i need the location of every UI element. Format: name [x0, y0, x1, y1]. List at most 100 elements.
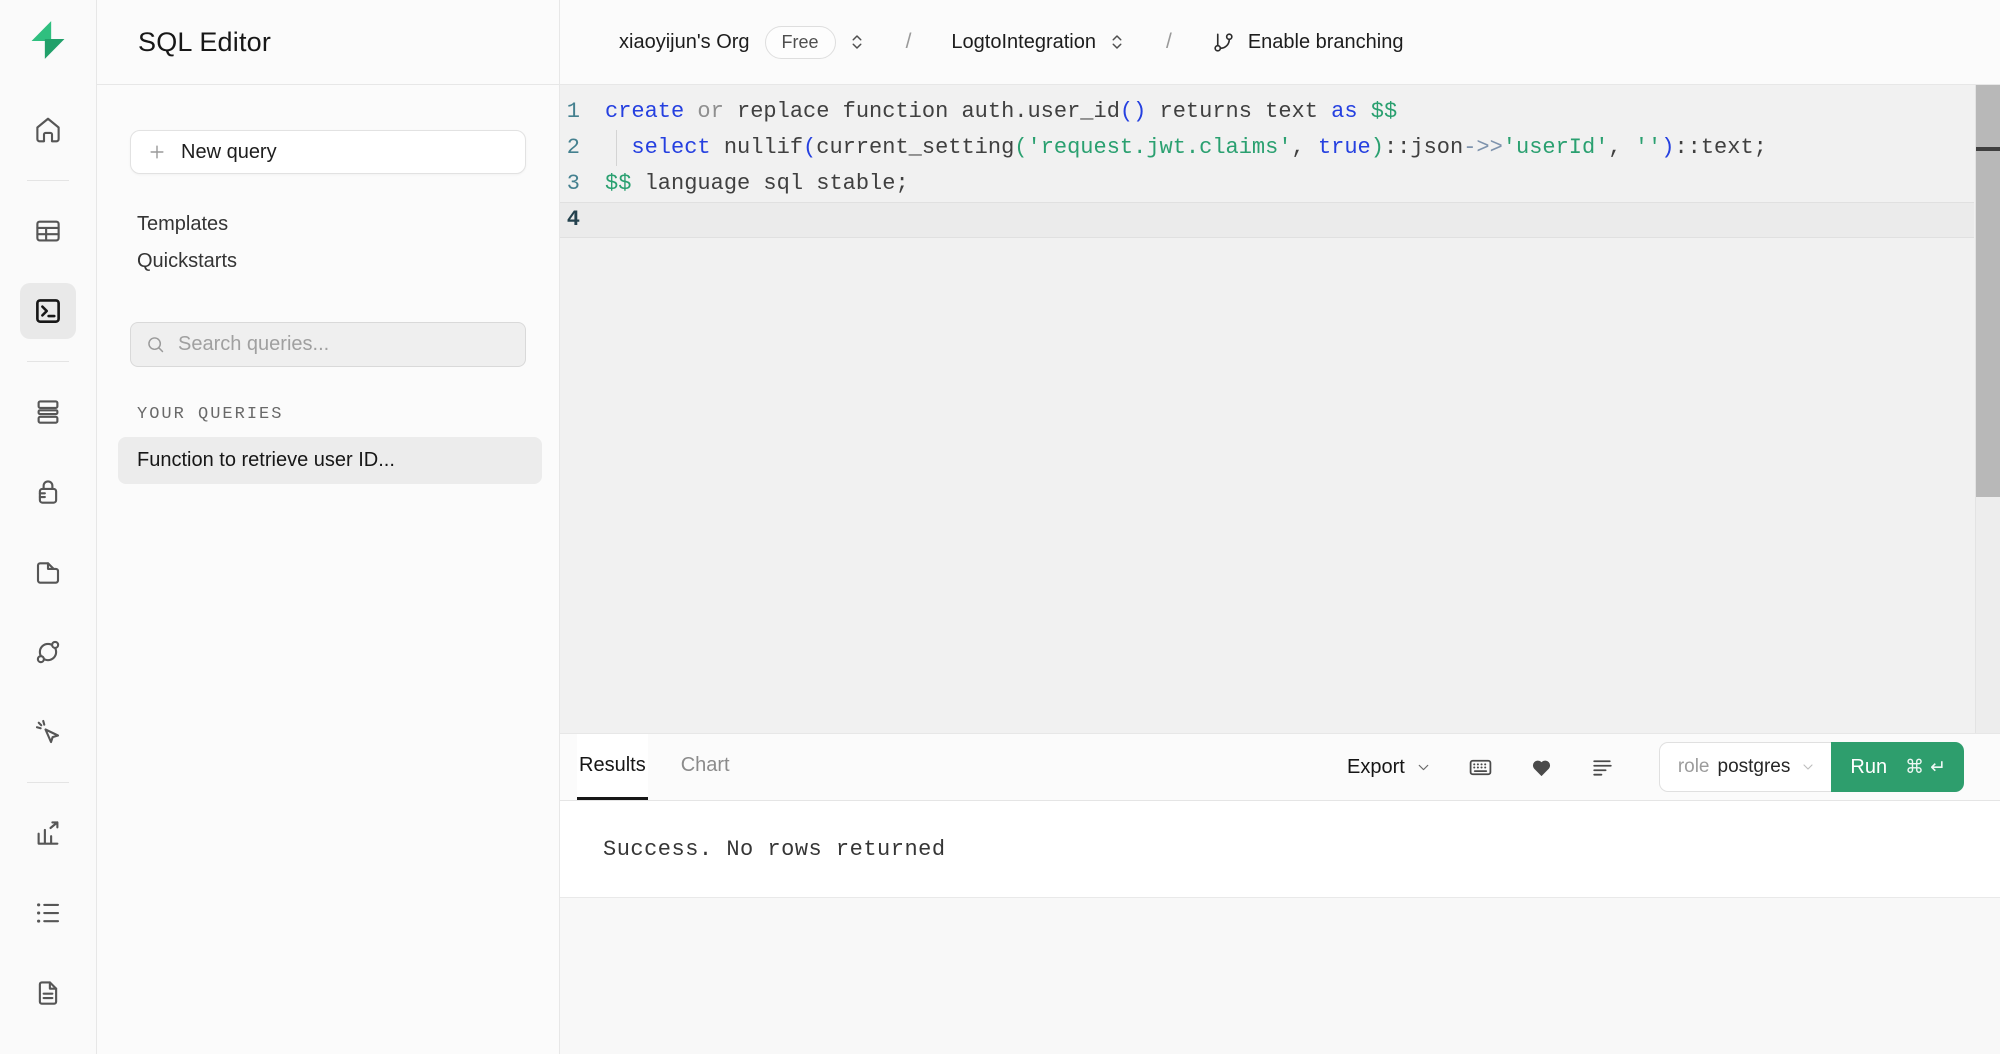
breadcrumb: xiaoyijun's Org Free / LogtoIntegration … [560, 0, 2000, 85]
code-line[interactable]: ​ [605, 202, 1767, 238]
query-list: Function to retrieve user ID... [118, 437, 542, 484]
heart-icon [1529, 755, 1554, 780]
line-number-gutter: 1234 [560, 85, 586, 733]
sidebar-item-quickstarts[interactable]: Quickstarts [130, 243, 244, 280]
rail-divider [27, 361, 69, 362]
code-line[interactable]: select nullif(current_setting('request.j… [605, 130, 1767, 166]
api-docs-file-icon [33, 978, 63, 1008]
favorite-button[interactable] [1529, 755, 1554, 780]
enable-branching-label: Enable branching [1248, 31, 1404, 54]
supabase-logo-icon [27, 19, 69, 61]
enable-branching-button[interactable]: Enable branching [1212, 31, 1404, 54]
keyboard-icon [1468, 755, 1493, 780]
run-button[interactable]: Run ⌘ ↵ [1831, 742, 1964, 792]
project-name: LogtoIntegration [951, 31, 1096, 54]
chevron-down-icon [1800, 759, 1816, 775]
query-list-item[interactable]: Function to retrieve user ID... [118, 437, 542, 484]
results-toolbar: Results Chart Export [560, 733, 2000, 801]
rail-divider [27, 782, 69, 783]
table-editor-icon [33, 216, 63, 246]
nav-advisors-button[interactable] [20, 704, 76, 760]
main-panel: xiaoyijun's Org Free / LogtoIntegration … [560, 0, 2000, 1054]
nav-home-button[interactable] [20, 102, 76, 158]
new-query-button[interactable]: New query [130, 130, 526, 174]
realtime-icon [33, 637, 63, 667]
auth-lock-icon [33, 477, 63, 507]
line-number: 1 [560, 94, 586, 130]
nav-api-docs-button[interactable] [20, 965, 76, 1021]
nav-logs-button[interactable] [20, 885, 76, 941]
success-message: Success. No rows returned [603, 837, 946, 862]
sidebar-item-templates[interactable]: Templates [130, 206, 235, 243]
nav-realtime-button[interactable] [20, 624, 76, 680]
code-line[interactable]: $$ language sql stable; [605, 166, 1767, 202]
new-query-label: New query [181, 141, 277, 164]
role-value: postgres [1718, 756, 1791, 778]
sidebar-header: SQL Editor [97, 0, 559, 85]
nav-authentication-button[interactable] [20, 464, 76, 520]
database-icon [33, 397, 63, 427]
your-queries-label: YOUR QUERIES [130, 405, 526, 424]
tab-results[interactable]: Results [577, 734, 648, 800]
line-number: 2 [560, 130, 586, 166]
sql-code-editor[interactable]: 1234 create or replace function auth.use… [560, 85, 2000, 733]
nav-sql-editor-button[interactable] [20, 283, 76, 339]
run-shortcut: ⌘ ↵ [1899, 756, 1946, 778]
cmd-key-icon: ⌘ [1905, 756, 1924, 778]
line-number: 3 [560, 166, 586, 202]
tab-chart[interactable]: Chart [679, 734, 732, 800]
page-title: SQL Editor [138, 27, 271, 58]
storage-folder-icon [33, 557, 63, 587]
search-icon [145, 334, 166, 355]
sidebar-nav: Templates Quickstarts [130, 206, 526, 280]
supabase-logo[interactable] [20, 12, 76, 68]
breadcrumb-separator: / [1166, 30, 1172, 54]
format-lines-button[interactable] [1590, 755, 1615, 780]
results-panel: Success. No rows returned [560, 801, 2000, 898]
search-queries-box [130, 322, 526, 367]
results-empty-area [560, 898, 2000, 1054]
plan-badge: Free [765, 26, 836, 59]
project-selector[interactable]: LogtoIntegration [951, 31, 1126, 54]
toolbar-actions: Export [1347, 734, 2000, 800]
sql-editor-terminal-icon [33, 296, 63, 326]
nav-storage-button[interactable] [20, 544, 76, 600]
code-line[interactable]: create or replace function auth.user_id(… [605, 94, 1767, 130]
breadcrumb-separator: / [906, 30, 912, 54]
line-number: 4 [560, 202, 586, 238]
role-selector[interactable]: role postgres [1659, 742, 1832, 792]
org-name: xiaoyijun's Org [619, 31, 750, 54]
nav-rail [0, 0, 97, 1054]
rail-divider [27, 180, 69, 181]
code-lines[interactable]: create or replace function auth.user_id(… [586, 85, 1767, 733]
plus-icon [147, 142, 167, 162]
role-label: role [1678, 756, 1710, 778]
reports-chart-icon [33, 818, 63, 848]
advisors-cursor-icon [33, 717, 63, 747]
chevron-down-icon [1415, 759, 1432, 776]
logs-list-icon [33, 898, 63, 928]
chevrons-up-down-icon[interactable] [848, 33, 866, 51]
scrollbar-cursor-marker [1976, 147, 2000, 151]
return-key-icon: ↵ [1930, 756, 1946, 778]
sidebar-body: New query Templates Quickstarts YOUR QUE… [97, 85, 559, 484]
role-run-control: role postgres Run ⌘ ↵ [1659, 742, 1964, 792]
nav-table-editor-button[interactable] [20, 203, 76, 259]
editor-scrollbar[interactable] [1975, 85, 2000, 733]
git-branch-icon [1212, 31, 1235, 54]
keyboard-shortcuts-button[interactable] [1468, 755, 1493, 780]
align-left-icon [1590, 755, 1615, 780]
sql-editor-sidebar: SQL Editor New query Templates Quickstar… [97, 0, 560, 1054]
app-window: SQL Editor New query Templates Quickstar… [0, 0, 2000, 1054]
export-button[interactable]: Export [1347, 756, 1432, 779]
search-queries-input[interactable] [178, 333, 511, 356]
nav-database-button[interactable] [20, 384, 76, 440]
nav-reports-button[interactable] [20, 805, 76, 861]
result-tabs: Results Chart [577, 734, 763, 800]
export-label: Export [1347, 756, 1405, 779]
run-label: Run [1850, 756, 1887, 779]
indent-guide [616, 130, 617, 166]
home-icon [33, 115, 63, 145]
org-selector[interactable]: xiaoyijun's Org Free [619, 26, 866, 59]
chevrons-up-down-icon[interactable] [1108, 33, 1126, 51]
